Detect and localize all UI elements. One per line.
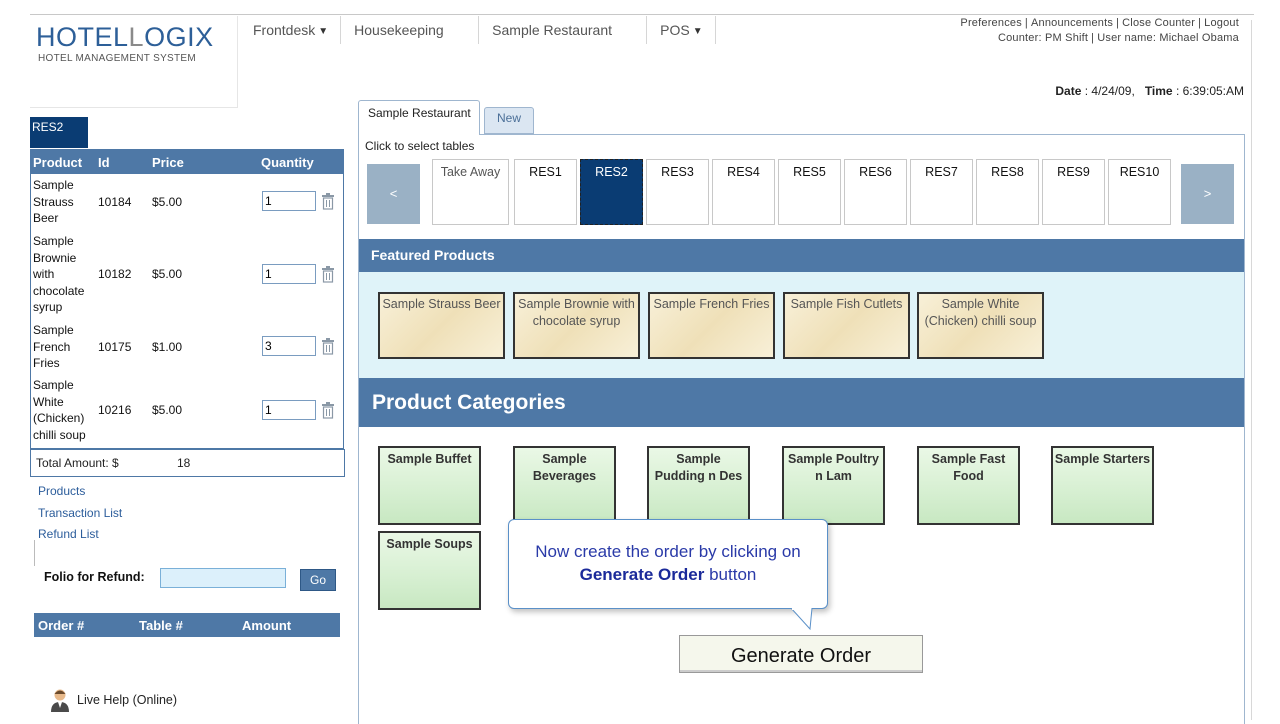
tab-new[interactable]: New <box>484 107 534 134</box>
trash-icon[interactable] <box>321 338 335 355</box>
table-row: Sample White (Chicken) chilli soup 10216… <box>31 377 343 445</box>
featured-product-french-fries[interactable]: Sample French Fries <box>648 292 775 359</box>
transaction-list-link[interactable]: Transaction List <box>38 503 122 525</box>
nav-frontdesk[interactable]: Frontdesk ▼ <box>240 16 342 44</box>
go-button[interactable]: Go <box>300 569 336 591</box>
table-res8[interactable]: RES8 <box>976 159 1039 225</box>
category-buffet[interactable]: Sample Buffet <box>378 446 481 525</box>
product-categories-header: Product Categories <box>359 378 1244 427</box>
table-take-away[interactable]: Take Away <box>432 159 509 225</box>
nav-housekeeping[interactable]: Housekeeping <box>341 16 480 44</box>
table-res9[interactable]: RES9 <box>1042 159 1105 225</box>
logo: HOTELLOGIX HOTEL MANAGEMENT SYSTEM <box>30 16 238 108</box>
featured-product-chilli-soup[interactable]: Sample White (Chicken) chilli soup <box>917 292 1044 359</box>
table-res3[interactable]: RES3 <box>646 159 709 225</box>
logo-wordmark: HOTELLOGIX <box>36 22 214 52</box>
date-value: 4/24/09, <box>1091 84 1135 98</box>
products-link[interactable]: Products <box>38 481 122 503</box>
table-row: Sample Brownie with chocolate syrup 1018… <box>31 233 343 317</box>
table-row: Sample Strauss Beer 10184 $5.00 <box>31 177 343 229</box>
chevron-down-icon: ▼ <box>692 26 703 37</box>
tooltip-pointer <box>790 608 813 630</box>
select-tables-label: Click to select tables <box>365 139 475 153</box>
session-info: Counter: PM Shift | User name: Michael Oba… <box>997 32 1239 44</box>
table-res2[interactable]: RES2 <box>580 159 643 225</box>
live-help[interactable]: Live Help (Online) <box>50 688 177 712</box>
folio-refund-input[interactable] <box>160 568 286 588</box>
folio-refund-label: Folio for Refund: <box>44 570 145 584</box>
category-poultry[interactable]: Sample Poultry n Lam <box>782 446 885 525</box>
trash-icon[interactable] <box>321 402 335 419</box>
trash-icon[interactable] <box>321 266 335 283</box>
category-beverages[interactable]: Sample Beverages <box>513 446 616 525</box>
header-divider <box>30 14 1254 15</box>
table-res4[interactable]: RES4 <box>712 159 775 225</box>
nav-pos[interactable]: POS ▼ <box>647 16 716 44</box>
close-counter-link[interactable]: Close Counter <box>1122 17 1195 29</box>
support-agent-icon <box>51 689 69 712</box>
total-amount-value: 18 <box>177 456 191 470</box>
table-res10[interactable]: RES10 <box>1108 159 1171 225</box>
quantity-input[interactable] <box>262 264 316 284</box>
instruction-tooltip: Now create the order by clicking on Gene… <box>508 519 828 609</box>
refund-list-link[interactable]: Refund List <box>38 524 122 546</box>
table-res5[interactable]: RES5 <box>778 159 841 225</box>
user-name: Michael Obama <box>1159 32 1239 44</box>
logo-subtitle: HOTEL MANAGEMENT SYSTEM <box>38 53 197 64</box>
tables-next-button[interactable]: > <box>1181 164 1234 224</box>
quantity-input[interactable] <box>262 336 316 356</box>
category-soups[interactable]: Sample Soups <box>378 531 481 610</box>
category-fast-food[interactable]: Sample Fast Food <box>917 446 1020 525</box>
order-table-header: Product Id Price Quantity <box>31 149 343 174</box>
page-edge <box>1251 20 1252 720</box>
trash-icon[interactable] <box>321 193 335 210</box>
quantity-input[interactable] <box>262 400 316 420</box>
order-items-table: Product Id Price Quantity Sample Strauss… <box>30 149 344 449</box>
current-table-tab: RES2 <box>30 117 88 148</box>
category-pudding[interactable]: Sample Pudding n Des <box>647 446 750 525</box>
featured-product-strauss-beer[interactable]: Sample Strauss Beer <box>378 292 505 359</box>
generate-order-button[interactable]: Generate Order <box>679 635 923 673</box>
category-starters[interactable]: Sample Starters <box>1051 446 1154 525</box>
total-amount: Total Amount: $ 18 <box>30 449 345 477</box>
date-time: Date : 4/24/09, Time : 6:39:05:AM <box>1055 84 1244 98</box>
table-res1[interactable]: RES1 <box>514 159 577 225</box>
featured-product-fish-cutlets[interactable]: Sample Fish Cutlets <box>783 292 910 359</box>
tab-strip-divider <box>358 134 1245 135</box>
announcements-link[interactable]: Announcements <box>1031 17 1113 29</box>
left-links: Products Transaction List Refund List <box>38 481 122 546</box>
top-right-links: Preferences | Announcements | Close Counter |… <box>960 17 1239 44</box>
orders-table-header: Order # Table # Amount <box>34 613 340 637</box>
logout-link[interactable]: Logout <box>1204 17 1239 29</box>
tab-sample-restaurant[interactable]: Sample Restaurant <box>358 100 480 135</box>
time-value: 6:39:05:AM <box>1182 84 1244 98</box>
featured-product-brownie[interactable]: Sample Brownie with chocolate syrup <box>513 292 640 359</box>
tables-prev-button[interactable]: < <box>367 164 420 224</box>
chevron-down-icon: ▼ <box>318 26 329 37</box>
quantity-input[interactable] <box>262 191 316 211</box>
main-nav: Frontdesk ▼ Housekeeping Sample Restauran… <box>240 16 716 46</box>
counter-name: PM Shift <box>1045 32 1089 44</box>
nav-sample-restaurant[interactable]: Sample Restaurant <box>479 16 648 44</box>
table-res7[interactable]: RES7 <box>910 159 973 225</box>
featured-products-header: Featured Products <box>359 239 1244 272</box>
preferences-link[interactable]: Preferences <box>960 17 1022 29</box>
table-res6[interactable]: RES6 <box>844 159 907 225</box>
divider <box>34 540 35 566</box>
table-row: Sample French Fries 10175 $1.00 <box>31 322 343 374</box>
